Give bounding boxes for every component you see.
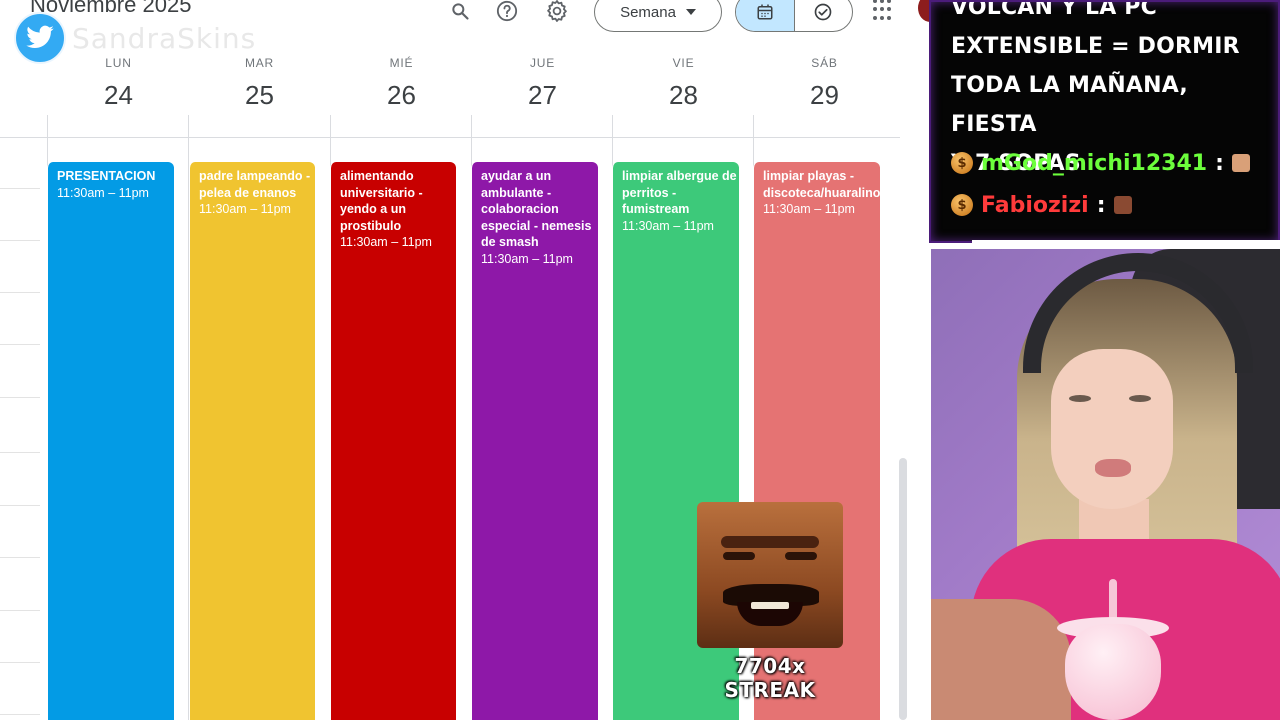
day-number: 26 [387,80,416,110]
day-header-sat[interactable]: SÁB 29 [754,56,895,111]
hour-gridline [0,662,40,663]
day-header-wed[interactable]: MIÉ 26 [331,56,472,111]
divider [330,115,331,137]
divider [188,115,189,137]
event-title: PRESENTACION [57,169,156,183]
chevron-down-icon [685,9,696,15]
chat-entry: $ mGod_michi12341 : [951,148,1250,178]
apps-grid-icon[interactable] [873,0,895,21]
event-ayudar-ambulante[interactable]: ayudar a un ambulante - colaboracion esp… [471,162,598,720]
event-time: 11:30am – 11pm [481,251,573,266]
divider [753,115,754,137]
search-icon[interactable] [447,0,473,24]
event-title: alimentando universitario - yendo a un p… [340,169,423,233]
watermark-handle: SandraSkins [72,21,257,55]
event-padre-lampeando[interactable]: padre lampeando - pelea de enanos 11:30a… [189,162,315,720]
tasks-view-button[interactable] [793,0,853,31]
chat-entry: $ Fabiozizi : [951,190,1132,220]
day-name: VIE [672,56,695,70]
day-number: 28 [669,80,698,110]
check-circle-icon [814,3,832,21]
divider [612,115,613,137]
view-selector-label: Semana [620,3,676,21]
day-number: 29 [810,80,839,110]
day-number: 24 [104,80,133,110]
calendar-app: Noviembre 2025 Semana SandraSkins LUN 24… [0,0,930,720]
day-name: MIÉ [389,56,414,70]
event-title: ayudar a un ambulante - colaboracion esp… [481,169,592,249]
event-title: limpiar playas - discoteca/huaralino [763,169,880,200]
stream-screen: Noviembre 2025 Semana SandraSkins LUN 24… [0,0,1280,720]
laughing-face-emote [697,502,843,648]
scrollbar[interactable] [899,458,907,720]
event-time: 11:30am – 11pm [763,202,855,216]
chat-message-line: VOLCAN Y LA PC [951,0,1157,20]
day-header-mon[interactable]: LUN 24 [48,56,189,111]
divider [471,115,472,137]
hour-gridline [0,344,40,345]
hour-gridline [0,292,40,293]
calendar-icon [757,4,773,20]
hour-gridline [0,610,40,611]
event-time: 11:30am – 11pm [340,235,432,249]
hour-gridline [0,452,40,453]
calendar-view-button[interactable] [736,0,794,31]
calendar-tasks-toggle [735,0,853,32]
chat-username: mGod_michi12341 [981,150,1208,176]
chat-separator: : [1215,150,1224,176]
day-header-fri[interactable]: VIE 28 [613,56,754,111]
event-alimentando-universitario[interactable]: alimentando universitario - yendo a un p… [330,162,456,720]
pink-cup [1065,624,1161,720]
day-number: 27 [528,80,557,110]
sub-badge-icon: $ [951,152,973,174]
day-header-tue[interactable]: MAR 25 [189,56,330,111]
divider [0,137,900,138]
hour-gridline [0,714,40,715]
hour-gridline [0,397,40,398]
gear-icon[interactable] [544,0,570,24]
day-number: 25 [245,80,274,110]
webcam-feed [931,249,1280,720]
sub-badge-icon: $ [951,194,973,216]
emote-icon [1113,196,1132,214]
divider [47,115,48,137]
hand-emote-icon [1231,154,1250,172]
day-header-thu[interactable]: JUE 27 [472,56,613,111]
event-title: limpiar albergue de perritos - fumistrea… [622,169,737,216]
event-presentacion[interactable]: PRESENTACION 11:30am – 11pm [47,162,174,720]
day-name: LUN [105,56,132,70]
chat-message-line: EXTENSIBLE = DORMIR [951,34,1240,59]
day-name: JUE [529,56,556,70]
hour-gridline [0,505,40,506]
divider [972,240,1280,248]
day-name: MAR [244,56,275,70]
streamer-face [1051,349,1173,509]
chat-username: Fabiozizi [981,192,1089,218]
hour-gridline [0,557,40,558]
streamer-arm [931,599,1071,720]
chat-separator: : [1096,192,1106,218]
hour-gridline [0,188,40,189]
event-time: 11:30am – 11pm [199,202,291,216]
day-name: SÁB [811,56,838,70]
event-time: 11:30am – 11pm [57,185,149,200]
hour-gridline [0,240,40,241]
help-icon[interactable] [494,0,520,24]
streak-label: 7704x STREAK [724,654,816,702]
chat-overlay: VOLCAN Y LA PC EXTENSIBLE = DORMIR TODA … [929,0,1280,243]
view-selector[interactable]: Semana [594,0,722,32]
chat-message-line: TODA LA MAÑANA, FIESTA [951,73,1188,137]
event-time: 11:30am – 11pm [622,218,714,233]
event-title: padre lampeando - pelea de enanos [199,169,311,200]
